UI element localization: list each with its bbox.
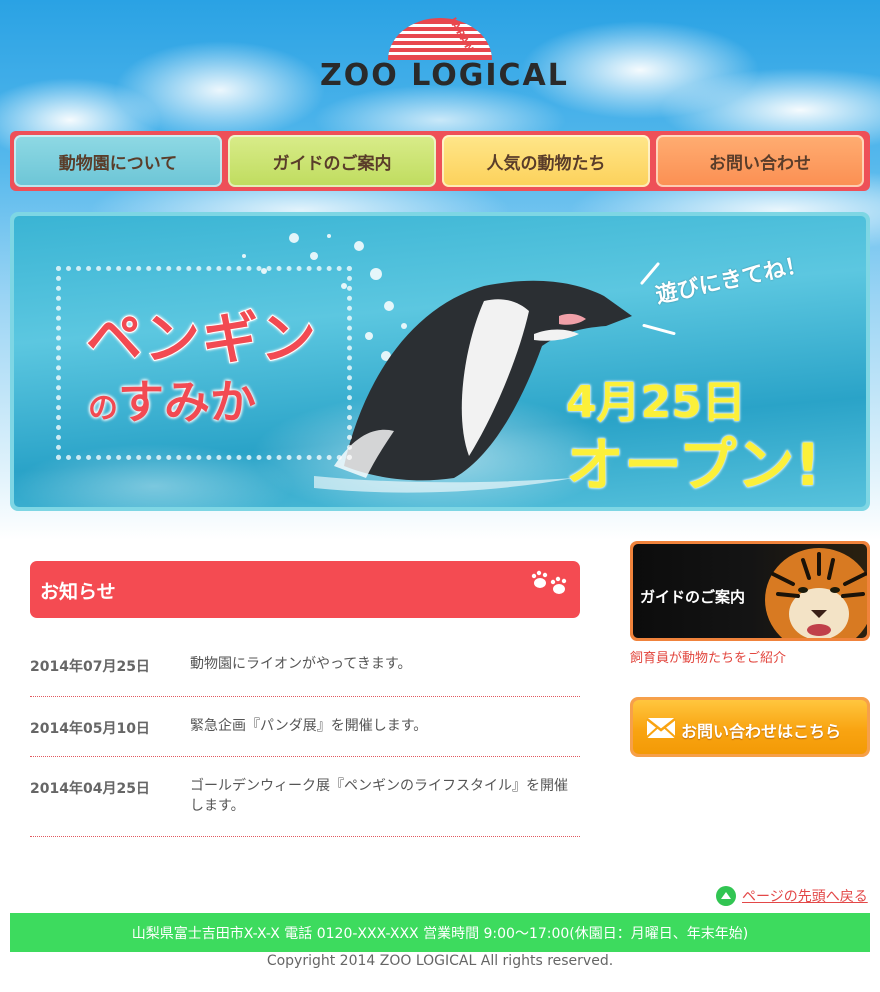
hero-banner: ペンギン のすみか 遊びにきてね！ 4月25日 オープン! xyxy=(10,212,870,511)
contact-button-label: お問い合わせはこちら xyxy=(681,722,842,741)
contact-button-face: お問い合わせはこちら xyxy=(633,700,867,754)
news-date: 2014年04月25日 xyxy=(30,781,150,797)
mail-icon xyxy=(646,718,676,738)
footer-info: 山梨県富士吉田市X-X-X 電話 0120-XXX-XXX 営業時間 9:00～… xyxy=(131,925,749,942)
nav-item-guide[interactable]: ガイドのご案内 xyxy=(228,135,436,187)
news-section: お知らせ 2014年07月25日 動物園にライオンがやってきます。 2014年0… xyxy=(10,541,600,861)
hero-image: ペンギン のすみか 遊びにきてね！ 4月25日 オープン! xyxy=(14,216,866,507)
guide-banner-label: ガイドのご案内 xyxy=(640,588,746,606)
guide-caption[interactable]: 飼育員が動物たちをご紹介 xyxy=(630,647,786,666)
news-item[interactable]: 2014年05月10日 緊急企画『パンダ展』を開催します。 xyxy=(30,696,580,757)
logo-text: ZOO LOGICAL xyxy=(320,58,569,93)
nav-item-contact[interactable]: お問い合わせ xyxy=(656,135,864,187)
news-title: お知らせ xyxy=(40,581,116,603)
paw-icon xyxy=(531,570,567,594)
news-date: 2014年05月10日 xyxy=(30,721,150,737)
guide-banner-image: ガイドのご案内 xyxy=(633,544,867,638)
hero-title-main: ペンギン xyxy=(85,306,318,373)
news-item[interactable]: 2014年07月25日 動物園にライオンがやってきます。 xyxy=(30,631,580,697)
hero-title-particle: の xyxy=(88,391,118,426)
hero-title-sub-text: すみか xyxy=(118,375,256,429)
nav-item-animals[interactable]: 人気の動物たち xyxy=(442,135,650,187)
arrow-up-icon xyxy=(716,886,736,906)
hero-title-sub: のすみか xyxy=(88,366,256,432)
back-to-top-label[interactable]: ページの先頭へ戻る xyxy=(742,886,868,906)
news-item[interactable]: 2014年04月25日 ゴールデンウィーク展『ペンギンのライフスタイル』を開催し… xyxy=(30,756,580,837)
news-text[interactable]: 動物園にライオンがやってきます。 xyxy=(190,654,575,674)
back-to-top-link[interactable]: ページの先頭へ戻る xyxy=(716,886,868,906)
copyright: Copyright 2014 ZOO LOGICAL All rights re… xyxy=(266,953,614,969)
news-date: 2014年07月25日 xyxy=(30,659,150,675)
footer-info-bar: 山梨県富士吉田市X-X-X 電話 0120-XXX-XXX 営業時間 9:00～… xyxy=(10,913,870,952)
news-header: お知らせ xyxy=(30,561,580,618)
nav-item-about[interactable]: 動物園について xyxy=(14,135,222,187)
guide-banner[interactable]: ガイドのご案内 xyxy=(630,541,870,641)
hero-open-text: オープン! xyxy=(566,431,821,499)
site-logo[interactable]: JAPAN ZOO LOGICAL xyxy=(318,16,569,98)
news-text[interactable]: ゴールデンウィーク展『ペンギンのライフスタイル』を開催します。 xyxy=(190,776,575,816)
contact-button[interactable]: お問い合わせはこちら xyxy=(630,697,870,757)
global-nav: 動物園について ガイドのご案内 人気の動物たち お問い合わせ xyxy=(10,131,870,191)
news-text[interactable]: 緊急企画『パンダ展』を開催します。 xyxy=(190,716,575,736)
